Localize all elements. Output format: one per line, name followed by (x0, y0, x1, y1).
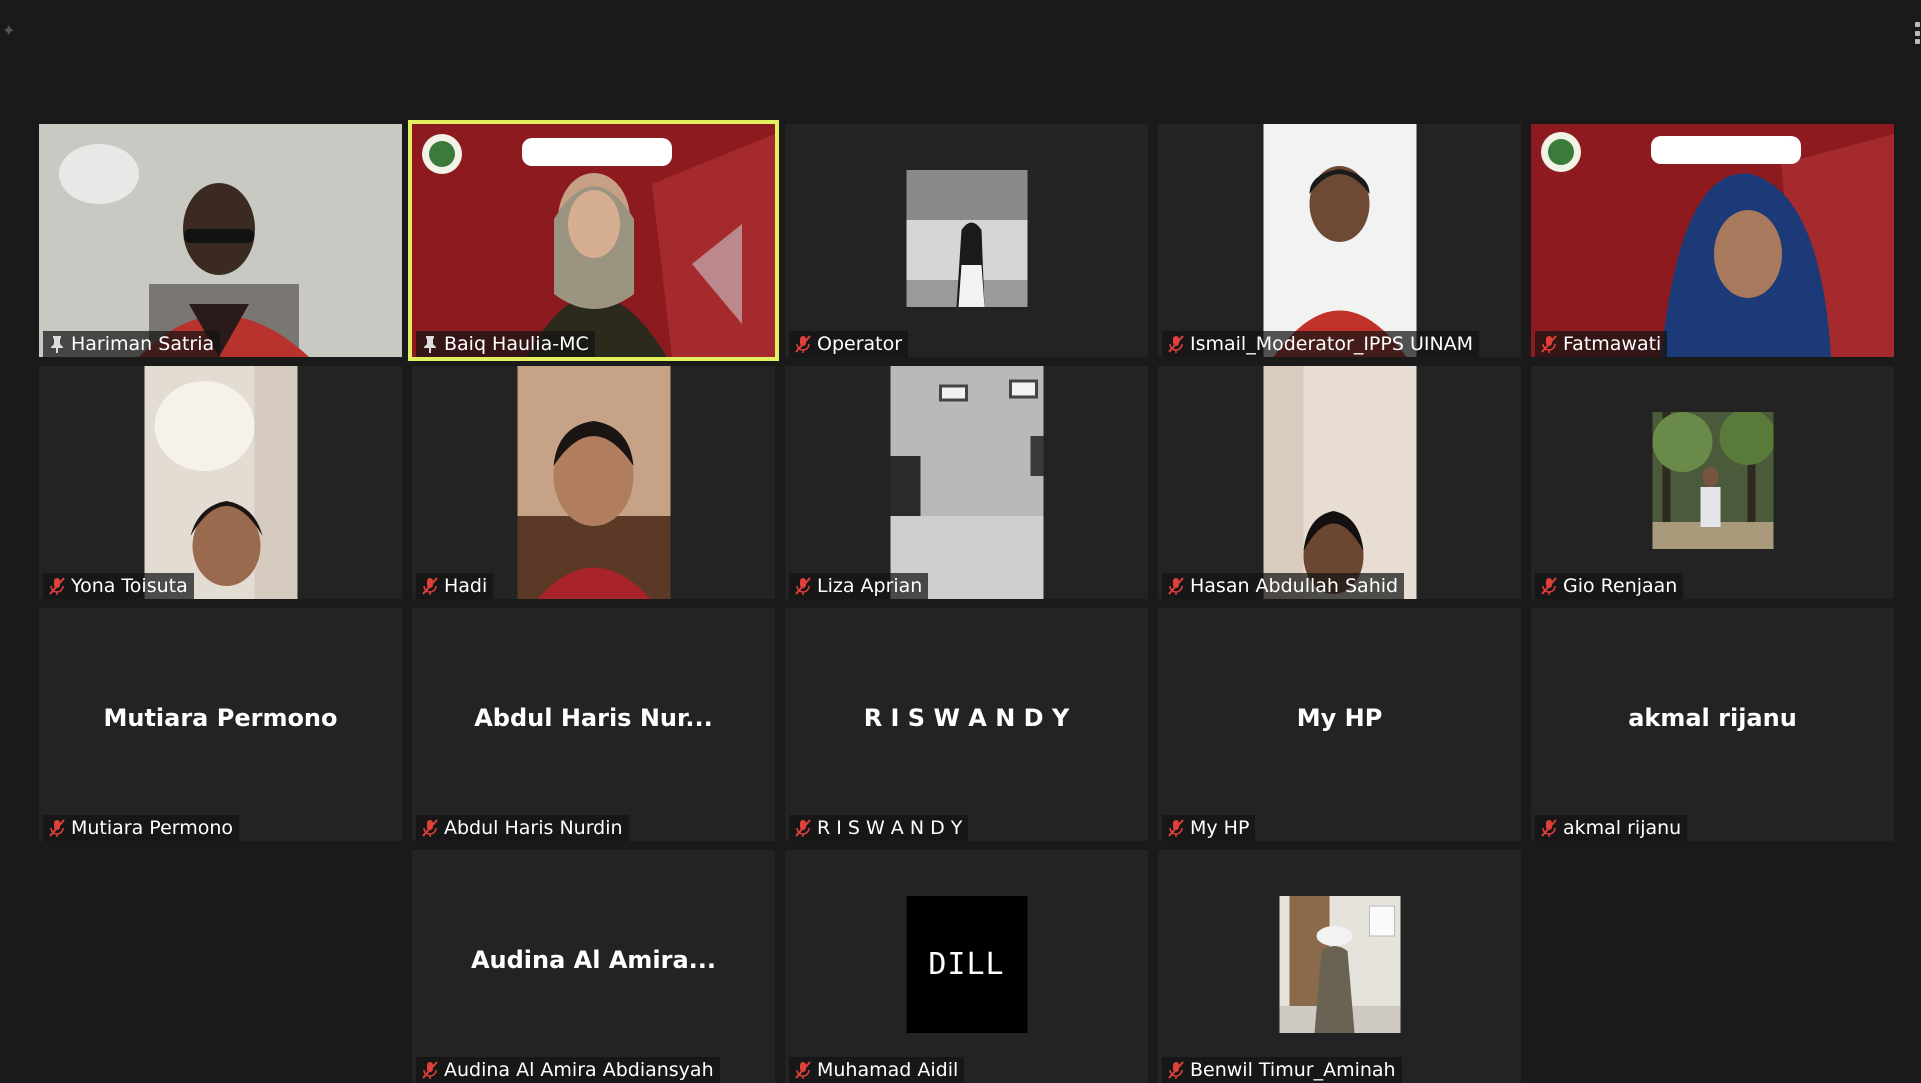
muted-mic-icon (795, 819, 811, 837)
participant-tile-riswandy[interactable]: R I S W A N D Y R I S W A N D Y (785, 608, 1148, 841)
participant-name-label: Hasan Abdullah Sahid (1162, 573, 1405, 599)
participant-name-label: Audina Al Amira Abdiansyah (416, 1057, 720, 1083)
participant-video (144, 366, 297, 599)
muted-mic-icon (795, 1061, 811, 1079)
participant-name-label: My HP (1162, 815, 1256, 841)
muted-mic-icon (1168, 1061, 1184, 1079)
participant-name-label: Yona Toisuta (43, 573, 194, 599)
muted-mic-icon (1541, 335, 1557, 353)
gallery-grid: Hariman Satria Baiq Haulia-MC Operator I… (39, 120, 1894, 1083)
muted-mic-icon (1168, 577, 1184, 595)
participant-video (890, 366, 1043, 599)
participant-video (412, 124, 775, 357)
participant-display-name: R I S W A N D Y (863, 704, 1070, 732)
participant-tile-akmal-rijanu[interactable]: akmal rijanu akmal rijanu (1531, 608, 1894, 841)
participant-display-name: Mutiara Permono (103, 704, 338, 732)
muted-mic-icon (1168, 335, 1184, 353)
pin-icon (51, 336, 63, 353)
participant-name-label: Hadi (416, 573, 494, 599)
participant-tile-mutiara-permono[interactable]: Mutiara Permono Mutiara Permono (39, 608, 402, 841)
muted-mic-icon (1541, 577, 1557, 595)
participant-tile-my-hp[interactable]: My HP My HP (1158, 608, 1521, 841)
muted-mic-icon (49, 577, 65, 595)
muted-mic-icon (795, 335, 811, 353)
participant-video (1263, 124, 1416, 357)
toolbar-pin-icon[interactable]: ✦ (2, 22, 20, 40)
participant-tile-hadi[interactable]: Hadi (412, 366, 775, 599)
more-options-icon[interactable] (1913, 22, 1921, 44)
participant-video (1263, 366, 1416, 599)
participant-name-label: Operator (789, 331, 909, 357)
participant-name-label: Hariman Satria (43, 331, 221, 357)
muted-mic-icon (49, 819, 65, 837)
participant-tile-gio-renjaan[interactable]: Gio Renjaan (1531, 366, 1894, 599)
participant-name-label: akmal rijanu (1535, 815, 1688, 841)
participant-avatar: DILL (906, 896, 1027, 1033)
participant-tile-liza-aprian[interactable]: Liza Aprian (785, 366, 1148, 599)
participant-tile-hasan-abdullah-sahid[interactable]: Hasan Abdullah Sahid (1158, 366, 1521, 599)
participant-name-label: Abdul Haris Nurdin (416, 815, 629, 841)
participant-name-label: Mutiara Permono (43, 815, 240, 841)
participant-name-label: Fatmawati (1535, 331, 1668, 357)
participant-display-name: Abdul Haris Nur... (474, 704, 713, 732)
participant-tile-yona-toisuta[interactable]: Yona Toisuta (39, 366, 402, 599)
participant-video (1652, 412, 1773, 549)
participant-name-label: Benwil Timur_Aminah (1162, 1057, 1402, 1083)
participant-tile-hariman-satria[interactable]: Hariman Satria (39, 124, 402, 357)
participant-tile-benwil-timur-aminah[interactable]: Benwil Timur_Aminah (1158, 850, 1521, 1083)
participant-tile-muhamad-aidil[interactable]: DILL Muhamad Aidil (785, 850, 1148, 1083)
participant-tile-fatmawati[interactable]: Fatmawati (1531, 124, 1894, 357)
participant-name-label: Ismail_Moderator_IPPS UINAM (1162, 331, 1480, 357)
muted-mic-icon (1168, 819, 1184, 837)
participant-video (39, 124, 402, 357)
muted-mic-icon (795, 577, 811, 595)
participant-display-name: My HP (1296, 704, 1383, 732)
participant-name-label: Muhamad Aidil (789, 1057, 965, 1083)
participant-name-label: Liza Aprian (789, 573, 929, 599)
participant-name-label: Baiq Haulia-MC (416, 331, 595, 357)
participant-tile-audina-al-amira[interactable]: Audina Al Amira... Audina Al Amira Abdia… (412, 850, 775, 1083)
participant-name-label: Gio Renjaan (1535, 573, 1684, 599)
participant-tile-ismail-moderator[interactable]: Ismail_Moderator_IPPS UINAM (1158, 124, 1521, 357)
muted-mic-icon (1541, 819, 1557, 837)
participant-tile-baiq-haulia-mc[interactable]: Baiq Haulia-MC (408, 120, 779, 361)
participant-video (1531, 124, 1894, 357)
participant-tile-abdul-haris-nurdin[interactable]: Abdul Haris Nur... Abdul Haris Nurdin (412, 608, 775, 841)
participant-avatar (1279, 896, 1400, 1033)
participant-video (906, 170, 1027, 307)
participant-video (517, 366, 670, 599)
pin-icon (424, 336, 436, 353)
avatar-text: DILL (928, 947, 1005, 982)
participant-name-label: R I S W A N D Y (789, 815, 969, 841)
muted-mic-icon (422, 577, 438, 595)
muted-mic-icon (422, 1061, 438, 1079)
participant-display-name: akmal rijanu (1628, 704, 1797, 732)
muted-mic-icon (422, 819, 438, 837)
participant-tile-operator[interactable]: Operator (785, 124, 1148, 357)
participant-display-name: Audina Al Amira... (470, 946, 717, 974)
